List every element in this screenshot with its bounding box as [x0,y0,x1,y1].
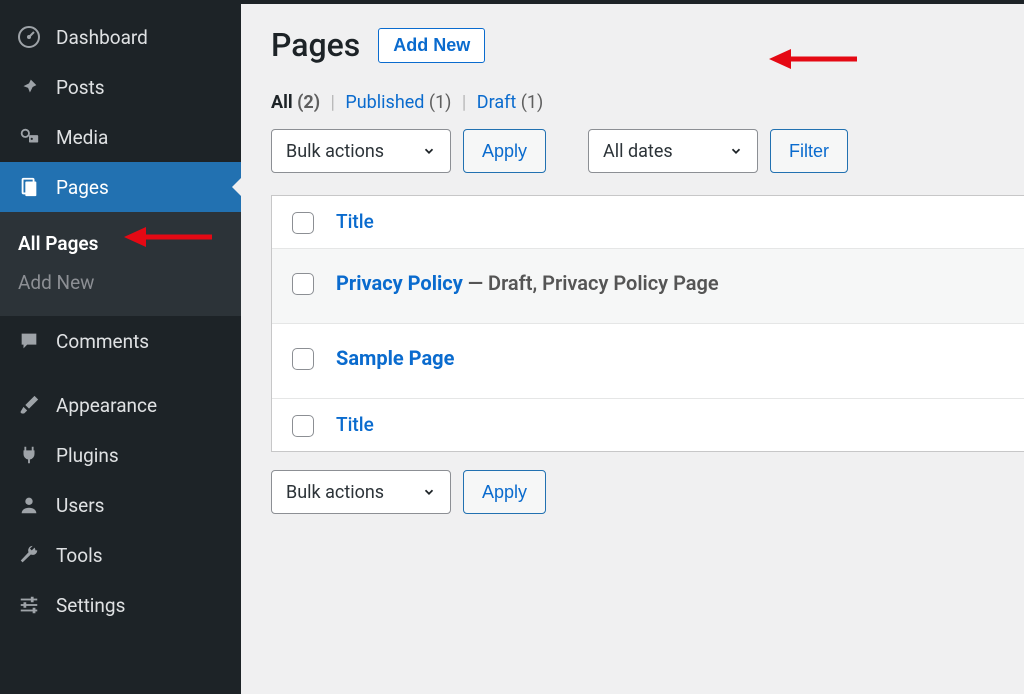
row-content: Sample Page [336,346,454,370]
filter-all[interactable]: All (2) [271,92,320,113]
sidebar-item-label: Media [56,126,108,149]
sidebar-item-label: Dashboard [56,26,148,49]
sidebar-item-label: Plugins [56,444,119,467]
filter-published[interactable]: Published (1) [345,92,451,113]
active-marker [232,177,242,197]
column-header-title[interactable]: Title [336,413,374,436]
select-all-checkbox[interactable] [292,415,314,437]
status-filters: All (2) | Published (1) | Draft (1) [271,92,1024,113]
table-footer-row: Title [272,399,1024,451]
bulk-actions-select[interactable]: Bulk actions [271,129,451,173]
comment-icon [16,328,42,354]
sidebar-item-dashboard[interactable]: Dashboard [0,12,241,62]
column-header-title[interactable]: Title [336,210,374,233]
chevron-down-icon [729,144,743,158]
select-label: Bulk actions [286,141,384,162]
filter-draft[interactable]: Draft (1) [477,92,544,113]
main-content: Pages Add New All (2) | Published (1) | … [241,4,1024,694]
sidebar-item-label: Appearance [56,394,157,417]
sidebar-item-comments[interactable]: Comments [0,316,241,366]
sidebar-item-media[interactable]: Media [0,112,241,162]
admin-sidebar: Dashboard Posts Media Pages All Pages Ad… [0,4,241,694]
apply-button[interactable]: Apply [463,470,546,514]
table-row: Privacy Policy — Draft, Privacy Policy P… [272,249,1024,324]
table-header-row: Title [272,196,1024,249]
sidebar-item-settings[interactable]: Settings [0,580,241,630]
sidebar-item-tools[interactable]: Tools [0,530,241,580]
filter-button[interactable]: Filter [770,129,848,173]
pages-icon [16,174,42,200]
sidebar-item-label: Posts [56,76,105,99]
apply-button[interactable]: Apply [463,129,546,173]
sidebar-item-label: Tools [56,544,103,567]
brush-icon [16,392,42,418]
row-checkbox[interactable] [292,348,314,370]
pin-icon [16,74,42,100]
row-status: — Draft, Privacy Policy Page [463,271,719,295]
date-filter-select[interactable]: All dates [588,129,758,173]
sidebar-item-appearance[interactable]: Appearance [0,380,241,430]
sidebar-item-label: Users [56,494,104,517]
row-title-link[interactable]: Sample Page [336,346,454,370]
page-title: Pages [271,26,360,64]
sidebar-item-label: Pages [56,176,109,199]
sidebar-item-label: Comments [56,330,149,353]
sidebar-item-pages[interactable]: Pages [0,162,241,212]
select-label: Bulk actions [286,482,384,503]
sidebar-submenu: All Pages Add New [0,212,241,316]
select-label: All dates [603,141,673,162]
row-content: Privacy Policy — Draft, Privacy Policy P… [336,271,719,295]
user-icon [16,492,42,518]
annotation-arrow [769,44,859,74]
sidebar-item-posts[interactable]: Posts [0,62,241,112]
wrench-icon [16,542,42,568]
table-row: Sample Page [272,324,1024,399]
row-checkbox[interactable] [292,273,314,295]
chevron-down-icon [422,485,436,499]
submenu-item-all-pages[interactable]: All Pages [0,224,241,263]
top-toolbar: Bulk actions Apply All dates Filter [271,129,1024,173]
page-header: Pages Add New [271,26,1024,64]
media-icon [16,124,42,150]
select-all-checkbox[interactable] [292,212,314,234]
bulk-actions-select[interactable]: Bulk actions [271,470,451,514]
add-new-button[interactable]: Add New [378,28,485,63]
plug-icon [16,442,42,468]
chevron-down-icon [422,144,436,158]
sidebar-item-label: Settings [56,594,125,617]
sidebar-item-users[interactable]: Users [0,480,241,530]
dashboard-icon [16,24,42,50]
sliders-icon [16,592,42,618]
submenu-item-add-new[interactable]: Add New [0,263,241,302]
sidebar-item-plugins[interactable]: Plugins [0,430,241,480]
pages-table: Title Privacy Policy — Draft, Privacy Po… [271,195,1024,452]
bottom-toolbar: Bulk actions Apply [271,470,1024,514]
row-title-link[interactable]: Privacy Policy [336,271,463,295]
